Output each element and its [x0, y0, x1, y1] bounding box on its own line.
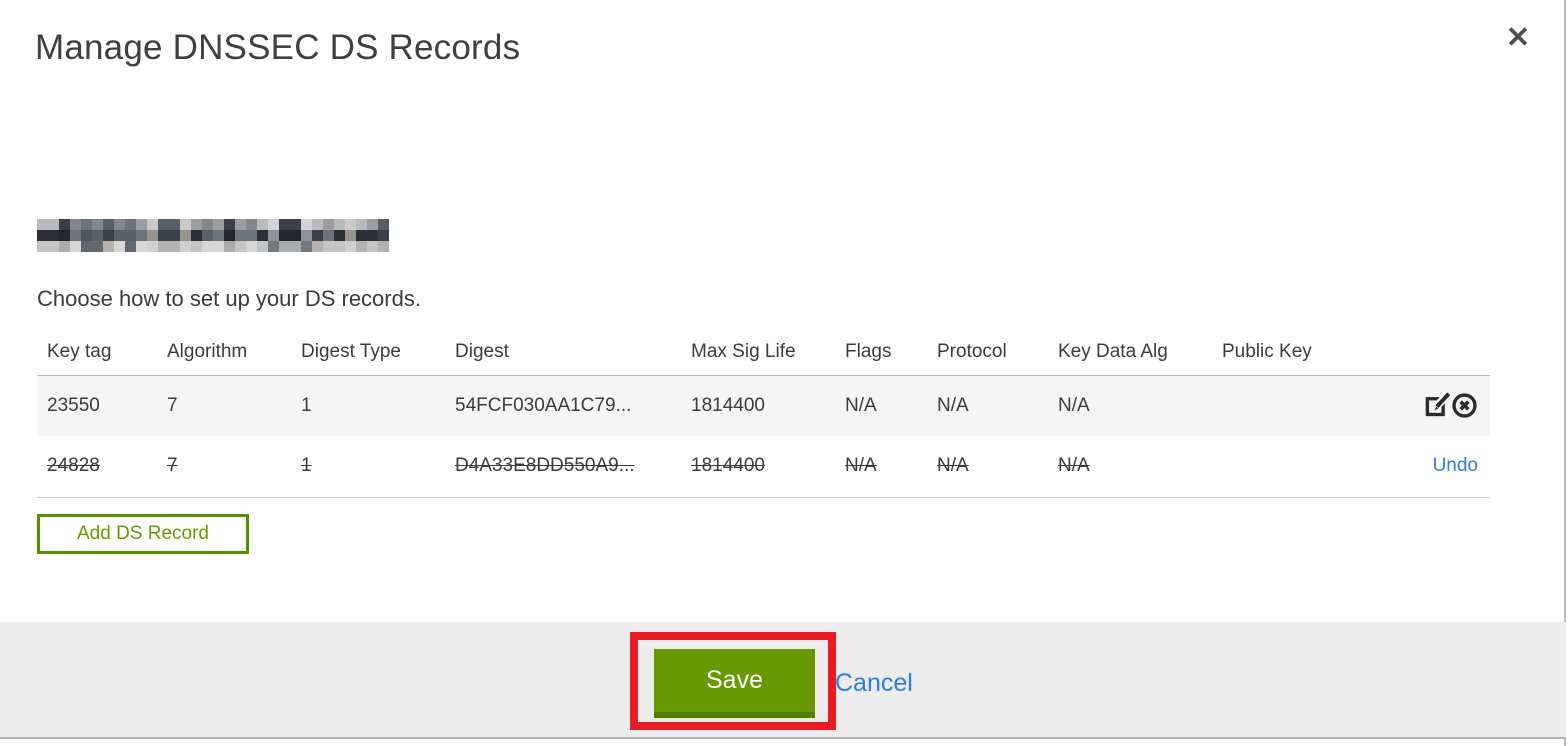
- table-row-deleted: 24828 7 1 D4A33E8DD550A9... 1814400 N/A …: [37, 436, 1490, 498]
- delete-icon[interactable]: [1451, 392, 1478, 419]
- col-header-flags: Flags: [835, 330, 927, 376]
- close-icon[interactable]: ✕: [1498, 18, 1538, 58]
- undo-link[interactable]: Undo: [1433, 455, 1478, 477]
- col-header-algorithm: Algorithm: [157, 330, 291, 376]
- cell-protocol: N/A: [927, 436, 1048, 498]
- cell-digest-type: 1: [291, 375, 445, 436]
- cell-public-key: [1212, 375, 1380, 436]
- cell-key-tag: 24828: [37, 436, 157, 498]
- cell-flags: N/A: [835, 375, 927, 436]
- cell-max-sig-life: 1814400: [681, 375, 835, 436]
- cell-public-key: [1212, 436, 1380, 498]
- redacted-domain-name: [37, 219, 389, 252]
- cell-key-data-alg: N/A: [1048, 436, 1212, 498]
- instruction-text: Choose how to set up your DS records.: [37, 286, 421, 311]
- col-header-key-data-alg: Key Data Alg: [1048, 330, 1212, 376]
- save-button[interactable]: Save: [654, 649, 815, 718]
- table-header-row: Key tag Algorithm Digest Type Digest Max…: [37, 330, 1490, 376]
- page-title: Manage DNSSEC DS Records: [35, 28, 521, 67]
- cell-protocol: N/A: [927, 375, 1048, 436]
- col-header-actions: [1380, 330, 1490, 376]
- col-header-digest: Digest: [445, 330, 681, 376]
- cancel-link[interactable]: Cancel: [835, 669, 913, 698]
- col-header-key-tag: Key tag: [37, 330, 157, 376]
- cell-algorithm: 7: [157, 375, 291, 436]
- col-header-max-sig-life: Max Sig Life: [681, 330, 835, 376]
- cell-actions: [1380, 375, 1490, 436]
- ds-records-table: Key tag Algorithm Digest Type Digest Max…: [37, 330, 1490, 498]
- cell-digest: D4A33E8DD550A9...: [445, 436, 681, 498]
- table-row: 23550 7 1 54FCF030AA1C79... 1814400 N/A …: [37, 375, 1490, 436]
- cell-flags: N/A: [835, 436, 927, 498]
- cell-actions: Undo: [1380, 436, 1490, 498]
- cell-max-sig-life: 1814400: [681, 436, 835, 498]
- col-header-digest-type: Digest Type: [291, 330, 445, 376]
- cell-key-data-alg: N/A: [1048, 375, 1212, 436]
- col-header-protocol: Protocol: [927, 330, 1048, 376]
- cell-digest: 54FCF030AA1C79...: [445, 375, 681, 436]
- cell-digest-type: 1: [291, 436, 445, 498]
- add-ds-record-button[interactable]: Add DS Record: [37, 514, 249, 554]
- dnssec-modal: Manage DNSSEC DS Records ✕ Choose how to…: [0, 0, 1566, 746]
- cell-key-tag: 23550: [37, 375, 157, 436]
- edit-icon[interactable]: [1424, 390, 1452, 419]
- cell-algorithm: 7: [157, 436, 291, 498]
- col-header-public-key: Public Key: [1212, 330, 1380, 376]
